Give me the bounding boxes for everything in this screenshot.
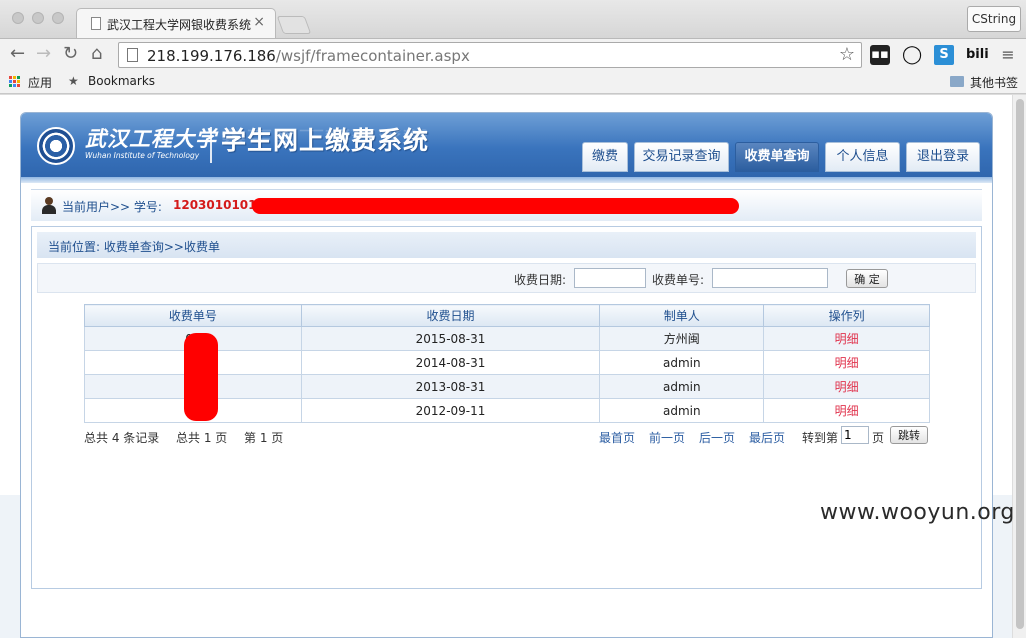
bill-number-label: 收费单号: [652, 273, 705, 287]
detail-link[interactable]: 明细 [835, 332, 859, 346]
system-title-reflection: 学生网上缴费系统 [221, 127, 430, 144]
column-header: 制单人 [599, 304, 765, 327]
prev-page-link[interactable]: 前一页 [649, 429, 685, 446]
forward-icon[interactable]: → [36, 43, 51, 65]
browser-tab-bar: 武汉工程大学网银收费系统 × CString [0, 0, 1026, 38]
university-emblem-icon [37, 127, 75, 165]
tab-title: 武汉工程大学网银收费系统 [107, 18, 252, 32]
first-page-link[interactable]: 最首页 [599, 429, 635, 446]
nav-profile[interactable]: 个人信息 [825, 142, 900, 172]
bookmark-bookmarks[interactable]: Bookmarks [88, 74, 155, 88]
bill-maker-cell: admin [599, 374, 765, 399]
bill-maker-cell: admin [599, 398, 765, 423]
extension-circle-icon[interactable]: ◯ [902, 45, 922, 65]
student-id: 1203010101 [173, 198, 257, 212]
detail-link[interactable]: 明细 [835, 380, 859, 394]
goto-suffix: 页 [872, 431, 885, 445]
folder-icon [950, 76, 964, 87]
scrollbar-thumb[interactable] [1016, 99, 1024, 629]
date-label: 收费日期: [514, 273, 567, 287]
profile-button[interactable]: CString [967, 6, 1021, 32]
content-panel: 当前位置: 收费单查询>>收费单 收费日期: 收费单号: 确 定 收费单号 收费… [31, 226, 982, 589]
current-page: 第 1 页 [244, 431, 284, 445]
bill-number-input[interactable] [712, 268, 828, 288]
action-cell: 明细 [763, 326, 930, 351]
browser-tab[interactable]: 武汉工程大学网银收费系统 × [76, 8, 276, 38]
date-input[interactable] [574, 268, 646, 288]
nav-bills[interactable]: 收费单查询 [735, 142, 819, 172]
bill-date-cell: 2012-09-11 [300, 398, 601, 423]
detail-link[interactable]: 明细 [835, 356, 859, 370]
banner-bottom-strip [21, 177, 992, 183]
menu-icon[interactable]: ≡ [998, 45, 1018, 65]
redaction-mark [184, 333, 218, 421]
jump-button[interactable]: 跳转 [890, 426, 928, 444]
app-frame: 武汉工程大学 Wuhan Institute of Technology 学生网… [20, 112, 993, 638]
page-viewport: 武汉工程大学 Wuhan Institute of Technology 学生网… [0, 95, 1026, 638]
apps-icon[interactable] [9, 76, 21, 88]
bill-maker-cell: admin [599, 350, 765, 375]
total-records: 总共 4 条记录 [84, 431, 160, 445]
nav-logout[interactable]: 退出登录 [906, 142, 980, 172]
search-form: 收费日期: 收费单号: 确 定 [37, 263, 976, 293]
document-icon [91, 17, 101, 30]
extension-glasses-icon[interactable]: ▪▪ [870, 45, 890, 65]
current-user-label: 当前用户>> 学号: [62, 200, 162, 214]
bill-date-cell: 2013-08-31 [300, 374, 601, 399]
action-cell: 明细 [763, 350, 930, 375]
page-scrollbar[interactable] [1012, 95, 1026, 638]
bookmark-other[interactable]: 其他书签 [970, 74, 1018, 91]
table-header-row: 收费单号 收费日期 制单人 操作列 [84, 304, 930, 327]
window-zoom-icon[interactable] [52, 12, 64, 24]
total-pages: 总共 1 页 [176, 431, 228, 445]
redaction-mark [252, 198, 739, 214]
home-icon[interactable]: ⌂ [91, 43, 102, 65]
star-icon: ★ [68, 74, 79, 88]
watermark: www.wooyun.org [820, 500, 1015, 525]
bookmarks-bar: 应用 ★ Bookmarks 其他书签 [0, 70, 1026, 94]
breadcrumb: 当前位置: 收费单查询>>收费单 [48, 240, 220, 254]
reload-icon[interactable]: ↻ [63, 43, 78, 65]
nav-transactions[interactable]: 交易记录查询 [634, 142, 729, 172]
goto-prefix: 转到第 [802, 431, 839, 445]
university-name-en: Wuhan Institute of Technology [85, 151, 200, 160]
confirm-button[interactable]: 确 定 [846, 269, 888, 288]
extension-s-icon[interactable]: S [934, 45, 954, 65]
column-header: 收费单号 [84, 304, 302, 327]
window-close-icon[interactable] [12, 12, 24, 24]
goto-page-input[interactable] [841, 426, 869, 444]
bookmark-star-icon[interactable]: ☆ [839, 44, 855, 65]
current-user-bar: 当前用户>> 学号: 1203010101 [31, 189, 982, 221]
address-bar[interactable]: 218.199.176.186/wsjf/framecontainer.aspx… [118, 42, 862, 68]
window-minimize-icon[interactable] [32, 12, 44, 24]
new-tab-button[interactable] [276, 16, 312, 34]
header-banner: 武汉工程大学 Wuhan Institute of Technology 学生网… [21, 113, 992, 177]
extension-bili-icon[interactable]: bili [966, 45, 989, 65]
url-text[interactable]: 218.199.176.186/wsjf/framecontainer.aspx [147, 47, 470, 65]
bill-date-cell: 2014-08-31 [300, 350, 601, 375]
next-page-link[interactable]: 后一页 [699, 429, 735, 446]
browser-toolbar: ← → ↻ ⌂ 218.199.176.186/wsjf/framecontai… [0, 38, 1026, 70]
back-icon[interactable]: ← [10, 43, 25, 65]
column-header: 操作列 [763, 304, 930, 327]
page-icon [127, 48, 138, 62]
tab-close-icon[interactable]: × [253, 14, 265, 30]
detail-link[interactable]: 明细 [835, 404, 859, 418]
university-name: 武汉工程大学 [85, 126, 217, 151]
bookmark-apps[interactable]: 应用 [28, 74, 52, 91]
user-avatar-icon [41, 197, 57, 214]
action-cell: 明细 [763, 374, 930, 399]
column-header: 收费日期 [300, 304, 601, 327]
nav-pay[interactable]: 缴费 [582, 142, 628, 172]
breadcrumb-bar: 当前位置: 收费单查询>>收费单 [37, 232, 976, 258]
bill-date-cell: 2015-08-31 [300, 326, 601, 351]
bill-maker-cell: 方州闽 [599, 326, 765, 351]
logo-divider [210, 127, 212, 163]
action-cell: 明细 [763, 398, 930, 423]
last-page-link[interactable]: 最后页 [749, 429, 785, 446]
